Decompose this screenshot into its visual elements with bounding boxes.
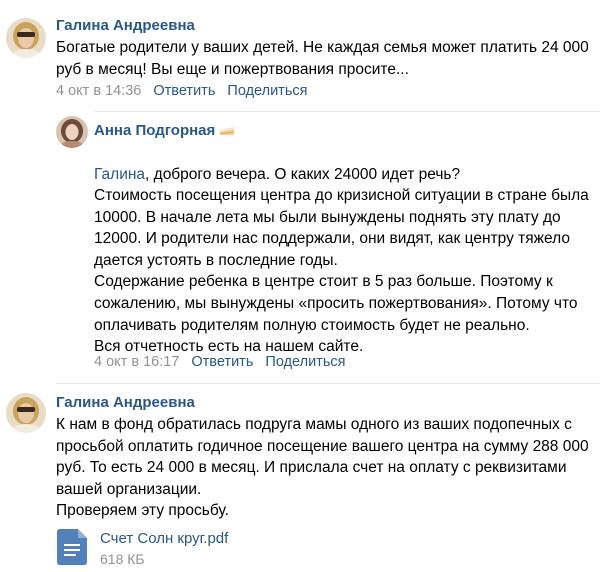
attachment-size: 618 КБ — [100, 551, 145, 567]
cake-emoji-icon — [219, 123, 235, 141]
divider — [94, 111, 600, 112]
avatar[interactable] — [6, 393, 46, 433]
comment-text-first-line: , доброго вечера. О каких 24000 идет реч… — [145, 165, 461, 183]
reply-button[interactable]: Ответить — [153, 83, 215, 99]
reply-button[interactable]: Ответить — [191, 354, 253, 370]
attachment-name[interactable]: Счет Солн круг.pdf — [100, 530, 228, 547]
comment-text: К нам в фонд обратилась подруга мамы одн… — [56, 416, 589, 520]
avatar[interactable] — [56, 116, 88, 148]
comment-text: Богатые родители у ваших детей. Не кажда… — [56, 39, 589, 78]
share-button[interactable]: Поделиться — [227, 83, 307, 99]
mention-link[interactable]: Галина — [94, 166, 145, 183]
comment-date[interactable]: 4 окт в 16:17 — [94, 354, 179, 370]
comment-date[interactable]: 4 окт в 14:36 — [56, 83, 141, 99]
author-name[interactable]: Галина Андреевна — [56, 394, 195, 411]
avatar[interactable] — [6, 18, 46, 58]
author-name[interactable]: Галина Андреевна — [56, 17, 195, 34]
comment-meta: 4 окт в 14:36 Ответить Поделиться — [56, 83, 315, 99]
author-name-label: Анна Подгорная — [94, 122, 216, 139]
comment-text-body: Стоимость посещения центра до кризисной … — [94, 187, 589, 356]
comment-meta: 4 окт в 16:17 Ответить Поделиться — [94, 354, 353, 370]
comment-text: Галина, доброго вечера. О каких 24000 ид… — [94, 142, 598, 185]
share-button[interactable]: Поделиться — [265, 354, 345, 370]
divider — [56, 383, 600, 384]
document-icon[interactable] — [57, 529, 87, 565]
author-name[interactable]: Анна Подгорная — [94, 122, 235, 141]
